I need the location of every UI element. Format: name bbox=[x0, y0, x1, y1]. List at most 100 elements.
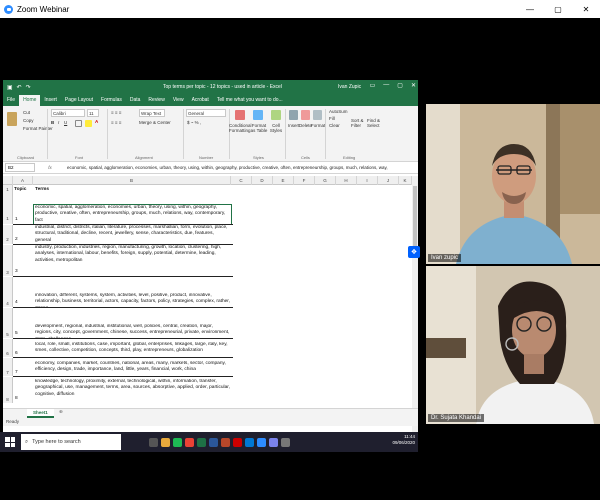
redo-icon[interactable]: ↷ bbox=[26, 84, 31, 91]
terms-cell[interactable]: development, regional, industrial, insti… bbox=[34, 324, 231, 338]
wrap-text-button[interactable]: Wrap Text bbox=[139, 109, 165, 117]
tab-insert[interactable]: Insert bbox=[40, 95, 61, 106]
row-header[interactable]: 1 bbox=[3, 194, 13, 224]
tell-me-search[interactable]: Tell me what you want to do... bbox=[213, 95, 287, 106]
terms-cell[interactable]: economic, spatial, agglomeration, econom… bbox=[33, 204, 232, 225]
row-header[interactable]: 1 bbox=[3, 185, 13, 194]
system-tray-clock[interactable]: 11:44 09/06/2020 bbox=[392, 434, 415, 446]
paste-icon[interactable] bbox=[7, 112, 17, 126]
add-sheet-icon[interactable]: ⊕ bbox=[59, 409, 63, 415]
topic-cell[interactable]: 5 bbox=[15, 331, 18, 336]
currency-icon[interactable]: $ ~ % , bbox=[187, 120, 201, 125]
underline-icon[interactable]: U bbox=[64, 120, 67, 125]
fill-color-icon[interactable] bbox=[85, 120, 92, 127]
tab-page-layout[interactable]: Page Layout bbox=[61, 95, 97, 106]
spreadsheet-grid[interactable]: A B C D E F G H I J K 1 Topic Terms 1 1 … bbox=[3, 176, 418, 432]
ribbon-display-options-button[interactable]: ▭ bbox=[370, 82, 376, 89]
app-taskbar-icon[interactable] bbox=[281, 437, 290, 447]
column-header[interactable]: D bbox=[252, 176, 273, 185]
excel-maximize-button[interactable]: ▢ bbox=[397, 82, 403, 89]
header-terms[interactable]: Terms bbox=[35, 187, 49, 192]
shared-excel-window[interactable]: ▣ ↶ ↷ Top terms per topic - 12 topics - … bbox=[3, 80, 418, 432]
chrome-icon[interactable] bbox=[185, 437, 194, 447]
topic-cell[interactable]: 3 bbox=[15, 269, 18, 274]
terms-cell[interactable]: industrial, district, districts, italian… bbox=[34, 225, 231, 244]
topic-cell[interactable]: 2 bbox=[15, 237, 18, 242]
column-header[interactable]: I bbox=[357, 176, 378, 185]
file-explorer-icon[interactable] bbox=[161, 437, 170, 447]
excel-taskbar-icon[interactable] bbox=[197, 437, 206, 447]
scroll-thumb[interactable] bbox=[413, 186, 417, 246]
topic-cell[interactable]: 8 bbox=[15, 396, 18, 401]
windows-start-icon[interactable] bbox=[5, 437, 15, 447]
teams-taskbar-icon[interactable] bbox=[269, 437, 278, 447]
column-header[interactable]: H bbox=[336, 176, 357, 185]
merge-center-button[interactable]: Merge & Center bbox=[139, 120, 171, 125]
close-button[interactable]: ✕ bbox=[572, 0, 600, 18]
insert-cells-button[interactable]: Insert bbox=[288, 123, 299, 128]
row-header[interactable]: 6 bbox=[3, 339, 13, 357]
tab-home[interactable]: Home bbox=[19, 95, 41, 106]
zoom-taskbar-icon[interactable] bbox=[257, 437, 266, 447]
vertical-scrollbar[interactable] bbox=[412, 176, 418, 432]
tab-data[interactable]: Data bbox=[126, 95, 145, 106]
column-header[interactable]: A bbox=[13, 176, 33, 185]
clear-button[interactable]: Clear bbox=[329, 123, 340, 128]
number-format-select[interactable]: General bbox=[186, 109, 226, 117]
terms-cell[interactable]: economy, companies, market, countries, n… bbox=[34, 361, 231, 376]
format-cells-button[interactable]: Format bbox=[311, 123, 325, 128]
word-taskbar-icon[interactable] bbox=[209, 437, 218, 447]
terms-cell[interactable]: innovation, different, systems, system, … bbox=[34, 293, 231, 307]
format-cells-icon[interactable] bbox=[313, 110, 322, 120]
undo-icon[interactable]: ↶ bbox=[17, 84, 22, 91]
row-header[interactable]: 4 bbox=[3, 277, 13, 307]
fill-button[interactable]: Fill bbox=[329, 116, 335, 121]
excel-close-button[interactable]: ✕ bbox=[411, 82, 416, 89]
italic-icon[interactable]: I bbox=[58, 120, 59, 125]
font-color-icon[interactable]: A bbox=[95, 119, 98, 124]
conditional-formatting-icon[interactable] bbox=[235, 110, 245, 120]
select-all-corner[interactable] bbox=[3, 176, 13, 185]
bold-icon[interactable]: B bbox=[51, 120, 54, 125]
column-header[interactable]: J bbox=[378, 176, 399, 185]
participant-video-tile[interactable]: Dr. Sujata Khandai bbox=[426, 266, 600, 424]
find-select-button[interactable]: Find & Select bbox=[367, 118, 385, 128]
tab-acrobat[interactable]: Acrobat bbox=[188, 95, 213, 106]
format-as-table-icon[interactable] bbox=[253, 110, 263, 120]
column-header[interactable]: C bbox=[231, 176, 252, 185]
column-header[interactable]: K bbox=[399, 176, 412, 185]
dropbox-icon[interactable]: ❖ bbox=[408, 246, 420, 258]
task-view-icon[interactable] bbox=[149, 437, 158, 447]
column-header[interactable]: B bbox=[33, 176, 231, 185]
insert-function-icon[interactable]: fx bbox=[35, 165, 65, 170]
tab-view[interactable]: View bbox=[169, 95, 188, 106]
outlook-taskbar-icon[interactable] bbox=[245, 437, 254, 447]
autosum-button[interactable]: AutoSum bbox=[329, 109, 348, 114]
row-header[interactable]: 7 bbox=[3, 358, 13, 376]
topic-cell[interactable]: 7 bbox=[15, 370, 18, 375]
column-header[interactable]: G bbox=[315, 176, 336, 185]
row-header[interactable]: 8 bbox=[3, 377, 13, 403]
tab-formulas[interactable]: Formulas bbox=[97, 95, 126, 106]
row-header[interactable]: 2 bbox=[3, 225, 13, 244]
name-box[interactable]: B2 bbox=[5, 163, 35, 172]
align-left-icon[interactable]: ≡ ≡ ≡ bbox=[111, 120, 121, 125]
topic-cell[interactable]: 4 bbox=[15, 300, 18, 305]
taskbar-search-box[interactable]: ⌕ Type here to search bbox=[21, 434, 121, 450]
format-painter-button[interactable]: Format Painter bbox=[23, 126, 53, 131]
insert-cells-icon[interactable] bbox=[289, 110, 298, 120]
font-name-select[interactable]: Calibri bbox=[51, 109, 85, 117]
cell-styles-button[interactable]: Cell Styles bbox=[269, 123, 283, 133]
tab-review[interactable]: Review bbox=[144, 95, 168, 106]
row-header[interactable]: 3 bbox=[3, 245, 13, 276]
font-size-select[interactable]: 11 bbox=[87, 109, 99, 117]
row-header[interactable]: 5 bbox=[3, 308, 13, 338]
maximize-button[interactable]: ▢ bbox=[544, 0, 572, 18]
save-icon[interactable]: ▣ bbox=[7, 84, 13, 91]
column-header[interactable]: F bbox=[294, 176, 315, 185]
cut-button[interactable]: Cut bbox=[23, 110, 30, 115]
formula-input[interactable]: economic, spatial, agglomeration, econom… bbox=[65, 165, 418, 170]
conditional-formatting-button[interactable]: Conditional Formatting bbox=[229, 123, 252, 133]
topic-cell[interactable]: 1 bbox=[15, 217, 18, 222]
powerpoint-taskbar-icon[interactable] bbox=[221, 437, 230, 447]
